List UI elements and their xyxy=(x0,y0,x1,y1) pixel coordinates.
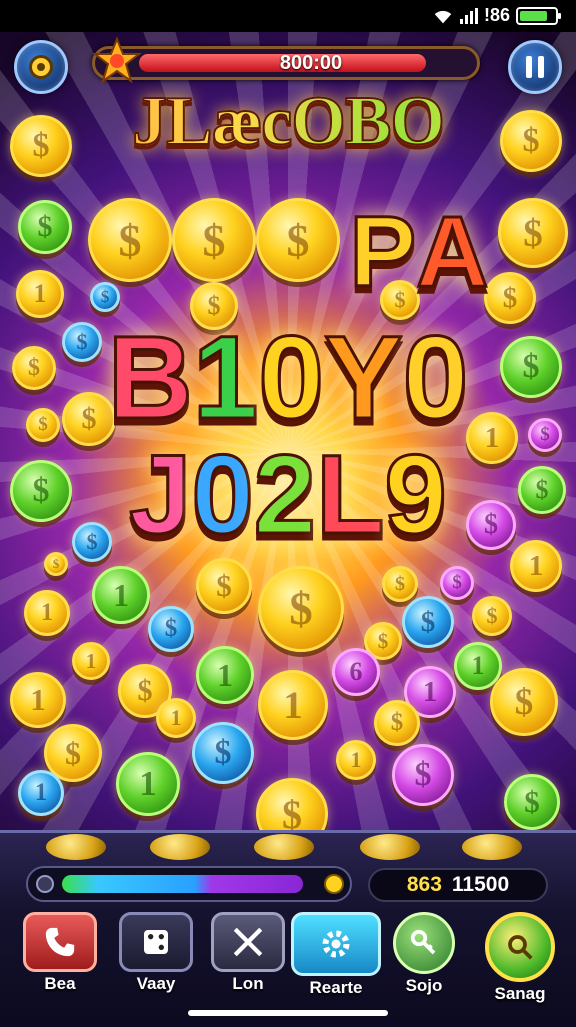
star-badge-icon xyxy=(92,36,142,84)
coin-icon: $ xyxy=(472,596,512,636)
key-icon xyxy=(393,912,455,974)
jackpot-glyph: J xyxy=(128,431,193,559)
coin-icon: 1 xyxy=(336,740,376,780)
coin-icon: 1 xyxy=(10,672,66,728)
nav-reset-button[interactable]: Rearte xyxy=(286,912,386,1002)
coin-icon: $ xyxy=(402,596,454,648)
coin-icon: $ xyxy=(440,566,474,600)
tray-coin xyxy=(150,834,210,860)
energy-bar xyxy=(26,866,352,902)
status-time: !86 xyxy=(483,5,510,25)
nav-sanag-button[interactable]: Sanag xyxy=(478,912,562,1003)
tray-coin xyxy=(254,834,314,860)
nav-reset-label: Rearte xyxy=(309,978,363,997)
nav-lon-button[interactable]: Lon xyxy=(206,912,290,1002)
jackpot-glyph: Y xyxy=(323,311,405,446)
tray-coin xyxy=(360,834,420,860)
coin-icon: 1 xyxy=(24,590,70,636)
coin-icon: $ xyxy=(258,566,344,652)
jackpot-glyph: 0 xyxy=(257,311,326,446)
coin-icon: $ xyxy=(148,606,194,652)
dice-icon xyxy=(119,912,193,972)
nav-sanag-label: Sanag xyxy=(494,984,546,1003)
jackpot-glyph: 0 xyxy=(190,431,255,559)
score-left: 863 xyxy=(406,873,442,896)
nav-sojo-button[interactable]: Sojo xyxy=(382,912,466,1002)
jackpot-glyph: 0 xyxy=(401,311,470,446)
tray-coin xyxy=(462,834,522,860)
coin-icon: $ xyxy=(504,774,560,830)
score-display: 863 11500 xyxy=(368,868,548,902)
coin-icon: 1 xyxy=(156,698,196,738)
status-bar: !86 xyxy=(0,0,576,32)
profile-button[interactable] xyxy=(14,40,68,94)
coin-icon: 1 xyxy=(72,642,110,680)
jackpot-glyph: P xyxy=(348,195,418,310)
coin-icon: 1 xyxy=(196,646,254,704)
nav-home-label: Bea xyxy=(44,974,76,993)
coin-icon: $ xyxy=(374,700,420,746)
jackpot-glyph: 1 xyxy=(191,311,260,446)
jackpot-text-row-1: PA xyxy=(0,195,576,310)
signal-icon xyxy=(459,7,478,24)
coin-icon: 1 xyxy=(116,752,180,816)
nav-home-button[interactable]: Bea xyxy=(18,912,102,1002)
coin-icon: 6 xyxy=(332,648,380,696)
nav-play-button[interactable]: Vaay xyxy=(114,912,198,1002)
tray-coin xyxy=(46,834,106,860)
avatar-icon xyxy=(29,55,53,79)
jackpot-progress-bar: 800:00 xyxy=(92,46,480,80)
nav-play-label: Vaay xyxy=(136,974,176,993)
coin-icon: $ xyxy=(382,566,418,602)
score-right: 11500 xyxy=(451,873,510,896)
coin-icon: $ xyxy=(192,722,254,784)
nav-lon-label: Lon xyxy=(232,974,264,993)
coin-icon: 1 xyxy=(258,670,328,740)
jackpot-glyph: 9 xyxy=(383,431,448,559)
progress-text: 800:00 xyxy=(279,52,343,74)
energy-icon xyxy=(36,875,54,893)
bottom-nav: Bea Vaay Lon Rearte Sojo Sanag xyxy=(0,912,576,1012)
phone-icon xyxy=(23,912,97,972)
jackpot-glyph: A xyxy=(415,195,490,310)
search-icon xyxy=(485,912,555,982)
coin-icon: $ xyxy=(392,744,454,806)
gear-icon xyxy=(291,912,381,976)
pause-icon xyxy=(526,56,544,78)
coin-icon: $ xyxy=(196,558,252,614)
coin-icon: 1 xyxy=(18,770,64,816)
coin-icon: 1 xyxy=(92,566,150,624)
pause-button[interactable] xyxy=(508,40,562,94)
battery-icon xyxy=(516,6,561,25)
top-bar: 800:00 xyxy=(0,36,576,96)
jackpot-glyph: 2 xyxy=(252,431,317,559)
jackpot-text-row-2: B10Y0 xyxy=(0,310,576,446)
coin-icon: $ xyxy=(490,668,558,736)
jackpot-glyph: B xyxy=(106,311,194,446)
jackpot-glyph: L xyxy=(315,431,386,559)
energy-knob-icon xyxy=(324,874,344,894)
jackpot-text-row-3: J02L9 xyxy=(0,430,576,559)
crossed-tools-icon xyxy=(211,912,285,972)
energy-fill xyxy=(62,875,304,893)
home-indicator xyxy=(188,1010,388,1016)
wifi-icon xyxy=(434,10,452,23)
nav-sojo-label: Sojo xyxy=(405,976,443,995)
